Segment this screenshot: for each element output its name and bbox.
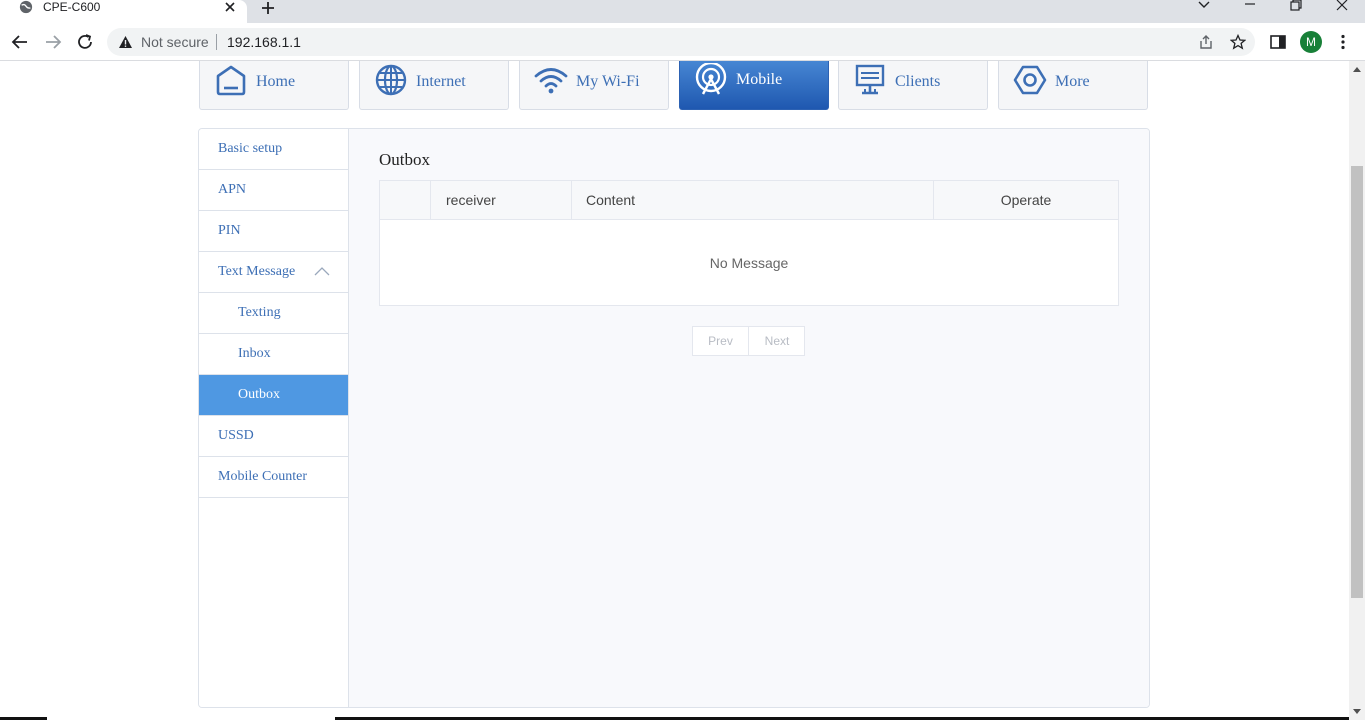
nav-tile-more[interactable]: More — [998, 61, 1148, 110]
scroll-up-arrow-icon[interactable] — [1353, 66, 1361, 72]
restore-icon[interactable] — [1289, 0, 1303, 12]
prev-page-button[interactable]: Prev — [693, 327, 749, 355]
page-title: Outbox — [379, 150, 430, 169]
pagination: Prev Next — [692, 326, 805, 356]
sidebar-item-apn[interactable]: APN — [199, 170, 348, 211]
antenna-icon — [695, 63, 727, 95]
router-admin-page: Home Internet My Wi-Fi Mobile Clients Mo… — [0, 61, 1349, 720]
settings-panel: Basic setup APN PIN Text Message Texting… — [198, 128, 1150, 708]
home-icon — [216, 65, 246, 96]
minimize-icon[interactable] — [1243, 0, 1257, 12]
nav-tile-home[interactable]: Home — [199, 61, 349, 110]
side-panel-icon[interactable] — [1269, 33, 1287, 51]
url-text[interactable]: 192.168.1.1 — [227, 34, 301, 50]
sidebar-item-basic-setup[interactable]: Basic setup — [199, 129, 348, 170]
kebab-menu-icon[interactable] — [1334, 33, 1352, 51]
page-scrollbar[interactable] — [1349, 61, 1365, 720]
share-icon[interactable] — [1198, 34, 1214, 50]
warning-triangle-icon[interactable] — [118, 35, 133, 49]
tab-search-chevron-icon[interactable] — [1197, 0, 1211, 12]
scrollbar-thumb[interactable] — [1351, 166, 1363, 598]
sidebar-item-texting[interactable]: Texting — [199, 293, 348, 334]
hexagon-nut-icon — [1013, 65, 1047, 95]
bookmark-star-icon[interactable] — [1230, 34, 1246, 50]
nav-label-home: Home — [256, 73, 296, 90]
column-header-select — [380, 181, 431, 220]
omnibox-divider — [216, 34, 217, 50]
tab-title: CPE-C600 — [43, 0, 101, 14]
nav-tile-mobile[interactable]: Mobile — [679, 61, 829, 110]
empty-state-message: No Message — [709, 255, 789, 271]
browser-tab[interactable]: CPE-C600 — [0, 0, 247, 23]
nav-label-mobile: Mobile — [736, 71, 783, 88]
nav-label-clients: Clients — [895, 73, 941, 90]
back-arrow-icon[interactable] — [10, 32, 30, 52]
nav-label-wifi: My Wi-Fi — [576, 73, 640, 90]
monitor-icon — [855, 64, 885, 95]
sidebar-item-ussd[interactable]: USSD — [199, 416, 348, 457]
nav-tile-clients[interactable]: Clients — [838, 61, 988, 110]
sidebar-item-text-message[interactable]: Text Message — [199, 252, 348, 293]
wifi-icon — [534, 68, 568, 94]
browser-toolbar: Not secure 192.168.1.1 M — [0, 23, 1365, 61]
close-window-icon[interactable] — [1335, 0, 1349, 12]
security-label[interactable]: Not secure — [141, 34, 209, 50]
nav-label-more: More — [1055, 73, 1090, 90]
bottom-edge — [0, 716, 1349, 720]
column-header-receiver: receiver — [431, 181, 572, 220]
sidebar-menu: Basic setup APN PIN Text Message Texting… — [199, 129, 349, 707]
new-tab-icon[interactable] — [259, 0, 277, 17]
next-page-button[interactable]: Next — [749, 327, 805, 355]
sidebar-item-pin[interactable]: PIN — [199, 211, 348, 252]
browser-tab-strip: CPE-C600 — [0, 0, 1365, 23]
globe-icon — [375, 64, 407, 96]
column-header-operate: Operate — [1000, 192, 1052, 208]
table-header-row: receiver Content Operate — [380, 181, 1118, 220]
nav-label-internet: Internet — [416, 73, 466, 90]
sidebar-item-mobile-counter[interactable]: Mobile Counter — [199, 457, 348, 498]
sidebar-item-label: Text Message — [218, 264, 296, 279]
sidebar-item-inbox[interactable]: Inbox — [199, 334, 348, 375]
outbox-table: receiver Content Operate No Message — [379, 180, 1119, 306]
nav-tile-internet[interactable]: Internet — [359, 61, 509, 110]
sidebar-item-outbox[interactable]: Outbox — [199, 375, 348, 416]
nav-tile-wifi[interactable]: My Wi-Fi — [519, 61, 669, 110]
profile-avatar[interactable]: M — [1300, 31, 1322, 53]
reload-icon[interactable] — [75, 32, 95, 52]
scroll-down-arrow-icon[interactable] — [1353, 709, 1361, 715]
address-bar[interactable]: Not secure 192.168.1.1 — [107, 28, 1255, 56]
content-area: Outbox receiver Content Operate No Messa… — [349, 129, 1149, 707]
close-tab-icon[interactable] — [222, 0, 238, 15]
forward-arrow-icon[interactable] — [43, 32, 63, 52]
chevron-up-icon[interactable] — [313, 266, 331, 276]
globe-favicon-icon — [19, 0, 33, 14]
column-header-content: Content — [572, 181, 934, 220]
